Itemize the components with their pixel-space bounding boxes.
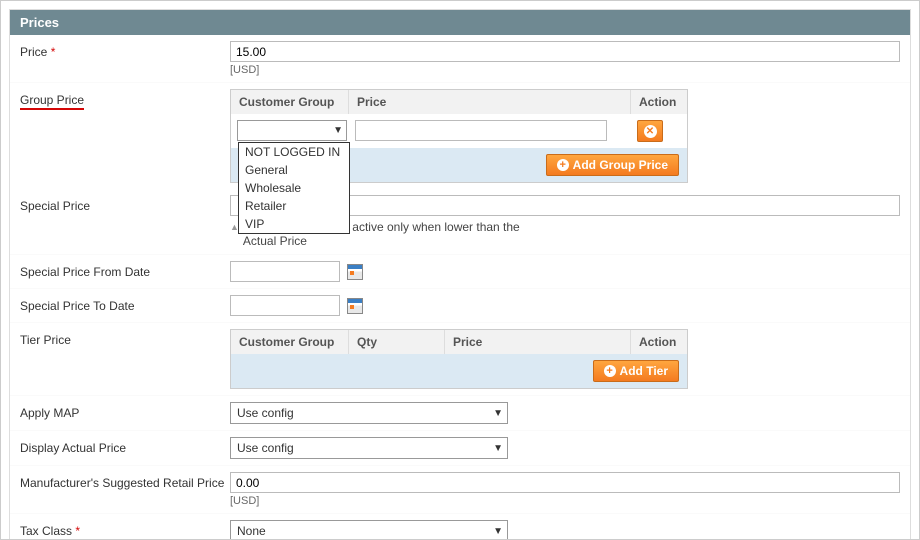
dropdown-option[interactable]: Wholesale [239,179,349,197]
special-price-note2: Actual Price [243,234,307,248]
special-to-input[interactable] [230,295,340,316]
tax-class-label: Tax Class * [20,520,230,538]
price-currency: [USD] [230,64,900,76]
dropdown-option[interactable]: General [239,161,349,179]
panel-header: Prices [10,10,910,35]
msrp-currency: [USD] [230,495,900,507]
tier-price-label: Tier Price [20,329,230,347]
customer-group-select[interactable]: ▼ NOT LOGGED IN General Wholesale Retail… [237,120,347,141]
col-qty: Qty [349,330,445,354]
customer-group-dropdown: NOT LOGGED IN General Wholesale Retailer… [238,142,350,234]
col-customer-group: Customer Group [231,330,349,354]
add-tier-button[interactable]: +Add Tier [593,360,679,382]
col-action: Action [631,90,687,114]
display-actual-label: Display Actual Price [20,437,230,455]
group-price-input[interactable] [355,120,607,141]
dropdown-option[interactable]: NOT LOGGED IN [239,143,349,161]
group-price-grid: Customer Group Price Action ▼ NOT LOGGED… [230,89,688,183]
apply-map-select[interactable]: Use config▼ [230,402,508,424]
msrp-input[interactable] [230,472,900,493]
special-to-label: Special Price To Date [20,295,230,313]
col-customer-group: Customer Group [231,90,349,114]
apply-map-label: Apply MAP [20,402,230,420]
dropdown-option[interactable]: VIP [239,215,349,233]
group-price-label: Group Price [20,89,230,110]
display-actual-select[interactable]: Use config▼ [230,437,508,459]
special-from-label: Special Price From Date [20,261,230,279]
special-price-label: Special Price [20,195,230,213]
tax-class-select[interactable]: None▼ [230,520,508,540]
calendar-icon[interactable] [347,298,363,314]
col-action: Action [631,330,687,354]
msrp-label: Manufacturer's Suggested Retail Price [20,472,230,490]
price-input[interactable] [230,41,900,62]
dropdown-option[interactable]: Retailer [239,197,349,215]
special-from-input[interactable] [230,261,340,282]
delete-row-button[interactable]: ✕ [637,120,663,142]
plus-icon: + [604,365,616,377]
price-label: Price * [20,41,230,59]
plus-icon: + [557,159,569,171]
delete-icon: ✕ [644,125,657,138]
add-group-price-button[interactable]: +Add Group Price [546,154,679,176]
tier-price-grid: Customer Group Qty Price Action +Add Tie… [230,329,688,389]
calendar-icon[interactable] [347,264,363,280]
col-price: Price [349,90,631,114]
col-price: Price [445,330,631,354]
